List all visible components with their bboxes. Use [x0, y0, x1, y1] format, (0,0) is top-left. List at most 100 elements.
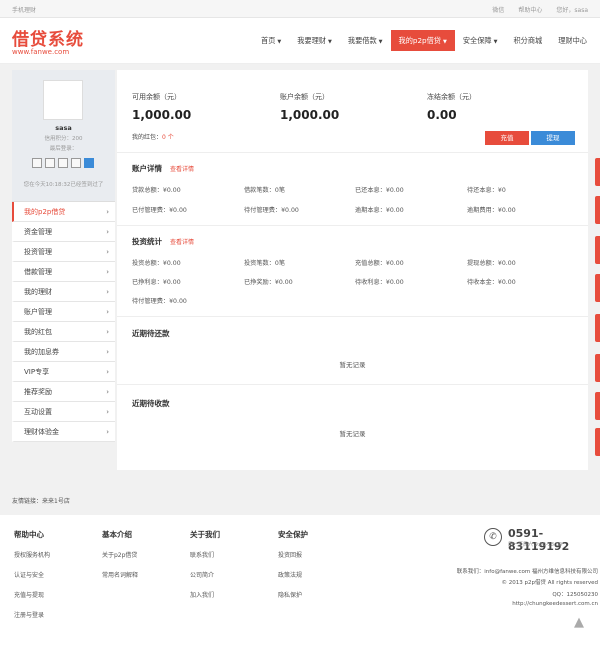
sidebar-menu-item[interactable]: 账户管理 ›: [12, 302, 115, 322]
nav-item[interactable]: 理财中心: [550, 30, 595, 51]
nav-item-label: 首页: [261, 36, 276, 45]
footer-link[interactable]: 认证与安全: [14, 570, 50, 579]
sidebar-menu-item[interactable]: 投资管理 ›: [12, 242, 115, 262]
footer-link[interactable]: 政策法规: [278, 570, 308, 579]
sidebar-menu-item[interactable]: VIP专享 ›: [12, 362, 115, 382]
sidebar-menu-item[interactable]: 借款管理 ›: [12, 262, 115, 282]
chevron-right-icon: ›: [106, 408, 109, 416]
footer-link[interactable]: 隐私保护: [278, 590, 308, 599]
account-detail-heading: 账户详情: [132, 164, 162, 173]
stat-item: 已付管理费：¥0.00: [132, 207, 187, 214]
footer-column: 基本介绍关于p2p借贷 常用名词解释: [102, 529, 138, 590]
mobile-finance-link[interactable]: 手机理财: [12, 5, 36, 14]
nav-item[interactable]: 安全保障 ▼: [455, 30, 506, 51]
recent-repay-title: 近期待还款: [132, 329, 170, 338]
sidebar-menu-item[interactable]: 我的加息券 ›: [12, 342, 115, 362]
sidebar-menu-label: 我的p2p借贷: [24, 208, 66, 216]
footer-link[interactable]: 注册与登录: [14, 610, 50, 619]
invest-stats-link[interactable]: 查看详情: [170, 239, 194, 246]
back-to-top-icon[interactable]: ▲: [574, 615, 584, 630]
footer-link[interactable]: 联系我们: [190, 550, 220, 559]
recent-repay-empty: 暂无记录: [339, 361, 366, 369]
stat-item: 待付管理费：¥0.00: [244, 207, 299, 214]
float-tab[interactable]: [595, 428, 600, 456]
footer-column-title: 安全保护: [278, 530, 308, 539]
settings-icon[interactable]: [84, 158, 94, 168]
footer-link[interactable]: 投资回报: [278, 550, 308, 559]
stat-item: 已挣奖励：¥0.00: [244, 279, 293, 286]
account-detail-link[interactable]: 查看详情: [170, 166, 194, 173]
chevron-right-icon: ›: [106, 348, 109, 356]
sidebar-menu-item[interactable]: 资金管理 ›: [12, 222, 115, 242]
float-tab[interactable]: [595, 314, 600, 342]
sidebar-menu-item[interactable]: 理财体验金 ›: [12, 422, 115, 442]
document-icon[interactable]: [71, 158, 81, 168]
divider: [117, 316, 588, 317]
sidebar-menu-label: 我的红包: [24, 328, 52, 336]
site-url[interactable]: http://chungkeedessert.com.cn: [512, 601, 598, 607]
float-tab[interactable]: [595, 196, 600, 224]
frozen-balance-label: 冻结余额（元）: [427, 93, 476, 101]
service-hours: 周一至周六 9:00-18:00: [508, 542, 563, 548]
chevron-right-icon: ›: [106, 288, 109, 296]
footer-link[interactable]: 关于p2p借贷: [102, 550, 138, 559]
footer-link[interactable]: 授权服务机构: [14, 550, 50, 559]
footer-link[interactable]: 加入我们: [190, 590, 220, 599]
contact-info: 联系我们：info@fanwe.com 福州方维信息科技有限公司: [456, 569, 598, 575]
chevron-right-icon: ›: [106, 388, 109, 396]
frozen-balance-value: 0.00: [427, 108, 457, 122]
email-icon[interactable]: [58, 158, 68, 168]
username: sasa: [55, 124, 72, 132]
sidebar-menu-label: 我的理财: [24, 288, 52, 296]
footer-link[interactable]: 充值与提现: [14, 590, 50, 599]
withdraw-button[interactable]: 提现: [531, 131, 575, 145]
float-tab[interactable]: [595, 236, 600, 264]
footer-link[interactable]: 常用名词解释: [102, 570, 138, 579]
nav-item[interactable]: 我的p2p借贷 ▼: [390, 30, 455, 51]
chevron-down-icon: ▼: [378, 39, 383, 45]
recharge-button[interactable]: 充值: [485, 131, 529, 145]
sidebar-menu-item[interactable]: 我的红包 ›: [12, 322, 115, 342]
chevron-right-icon: ›: [106, 428, 109, 436]
sidebar: sasa 信用积分：200 最后登录： 您在今天10:18:32已经签到过了 我…: [12, 70, 115, 442]
nav-item[interactable]: 首页 ▼: [253, 30, 289, 51]
avatar[interactable]: [43, 80, 83, 120]
qq-number: QQ：125050230: [552, 592, 598, 598]
help-center-link[interactable]: 帮助中心: [518, 5, 542, 14]
float-tab[interactable]: [595, 354, 600, 382]
chevron-down-icon: ▼: [277, 39, 282, 45]
top-links: 微信 帮助中心 您好，sasa: [492, 5, 588, 14]
footer-link[interactable]: 公司简介: [190, 570, 220, 579]
credit-points: 信用积分：200: [44, 136, 83, 142]
friend-links[interactable]: 友情链接：来来1号店: [12, 496, 70, 505]
id-card-icon[interactable]: [32, 158, 42, 168]
top-bar: 手机理财 微信 帮助中心 您好，sasa: [0, 0, 600, 18]
sidebar-menu-item[interactable]: 我的p2p借贷 ›: [12, 202, 115, 222]
sidebar-menu: 我的p2p借贷 › 资金管理 › 投资管理 › 借款管理 › 我的理财 › 账户管理 › 我的红包 › 我的…: [12, 202, 115, 442]
float-tab[interactable]: [595, 274, 600, 302]
wechat-link[interactable]: 微信: [492, 5, 504, 14]
main-content: 可用余额（元） 1,000.00 账户余额（元） 1,000.00 冻结余额（元…: [117, 70, 588, 470]
float-tab[interactable]: [595, 158, 600, 186]
sidebar-menu-label: 资金管理: [24, 228, 52, 236]
footer-column-title: 基本介绍: [102, 530, 132, 539]
sidebar-menu-item[interactable]: 互动设置 ›: [12, 402, 115, 422]
stat-item: 待收利息：¥0.00: [355, 279, 404, 286]
sidebar-menu-item[interactable]: 推荐奖励 ›: [12, 382, 115, 402]
stat-item: 已还本息：¥0.00: [355, 187, 404, 194]
sidebar-menu-label: 账户管理: [24, 308, 52, 316]
nav-item[interactable]: 我要借款 ▼: [340, 30, 391, 51]
logo[interactable]: 借贷系统: [12, 25, 84, 50]
footer-column: 关于我们 联系我们 公司简介 加入我们: [190, 529, 220, 610]
stat-item: 借款笔数：0笔: [244, 187, 286, 194]
sidebar-menu-item[interactable]: 我的理财 ›: [12, 282, 115, 302]
nav-item[interactable]: 我要理财 ▼: [289, 30, 340, 51]
nav-item[interactable]: 积分商城: [505, 30, 550, 51]
phone-icon[interactable]: [45, 158, 55, 168]
divider: [117, 225, 588, 226]
float-tab[interactable]: [595, 392, 600, 420]
user-greeting[interactable]: 您好，sasa: [556, 5, 588, 14]
available-balance: 可用余额（元） 1,000.00: [132, 92, 191, 122]
redpack-count[interactable]: 0 个: [162, 134, 174, 141]
nav-item-label: 安全保障: [462, 36, 492, 45]
